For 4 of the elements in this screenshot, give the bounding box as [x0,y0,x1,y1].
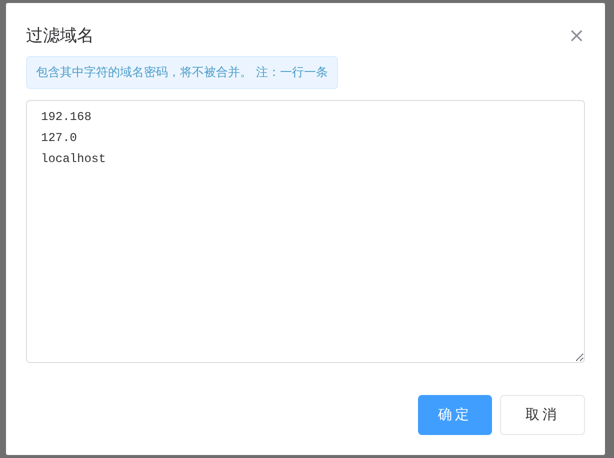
info-notice: 包含其中字符的域名密码，将不被合并。 注：一行一条 [26,56,338,89]
cancel-button[interactable]: 取消 [500,395,585,435]
dialog-title: 过滤域名 [26,24,94,46]
domain-textarea[interactable]: 192.168 127.0 localhost [26,100,585,363]
